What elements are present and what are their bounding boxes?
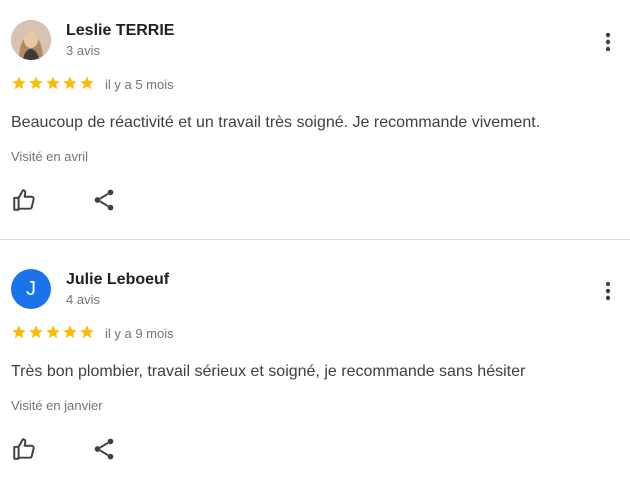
author-name[interactable]: Julie Leboeuf [66,271,169,289]
star-rating [11,324,95,340]
like-button[interactable] [11,436,37,462]
star-icon [63,76,77,90]
star-icon [80,76,94,90]
star-rating [11,75,95,91]
share-button[interactable] [91,187,117,213]
share-icon [94,189,114,211]
review-time: il y a 9 mois [105,326,174,341]
thumb-up-icon [13,438,35,460]
star-icon [46,76,60,90]
star-icon [46,325,60,339]
more-options-button[interactable] [598,30,618,54]
avatar-photo-icon [11,20,51,60]
review-divider [0,239,630,240]
star-icon [63,325,77,339]
star-icon [80,325,94,339]
more-options-button[interactable] [598,279,618,303]
star-icon [12,76,26,90]
avatar-letter: J [26,277,36,300]
review-time: il y a 5 mois [105,77,174,92]
author-name[interactable]: Leslie TERRIE [66,22,174,40]
review-card: J Julie Leboeuf 4 avis il y a 9 mois Trè… [0,249,630,489]
review-card: Leslie TERRIE 3 avis il y a 5 mois Beauc… [0,0,630,240]
review-text: Beaucoup de réactivité et un travail trè… [11,114,541,131]
like-button[interactable] [11,187,37,213]
author-review-count: 4 avis [66,292,100,307]
share-button[interactable] [91,436,117,462]
more-vert-icon [605,281,611,301]
star-icon [29,76,43,90]
avatar[interactable] [11,20,51,60]
visited-date: Visité en avril [11,149,89,164]
visited-date: Visité en janvier [11,398,103,413]
share-icon [94,438,114,460]
star-icon [12,325,26,339]
more-vert-icon [605,32,611,52]
author-review-count: 3 avis [66,43,100,58]
review-text: Très bon plombier, travail sérieux et so… [11,363,526,380]
avatar[interactable]: J [11,269,51,309]
star-icon [29,325,43,339]
thumb-up-icon [13,189,35,211]
